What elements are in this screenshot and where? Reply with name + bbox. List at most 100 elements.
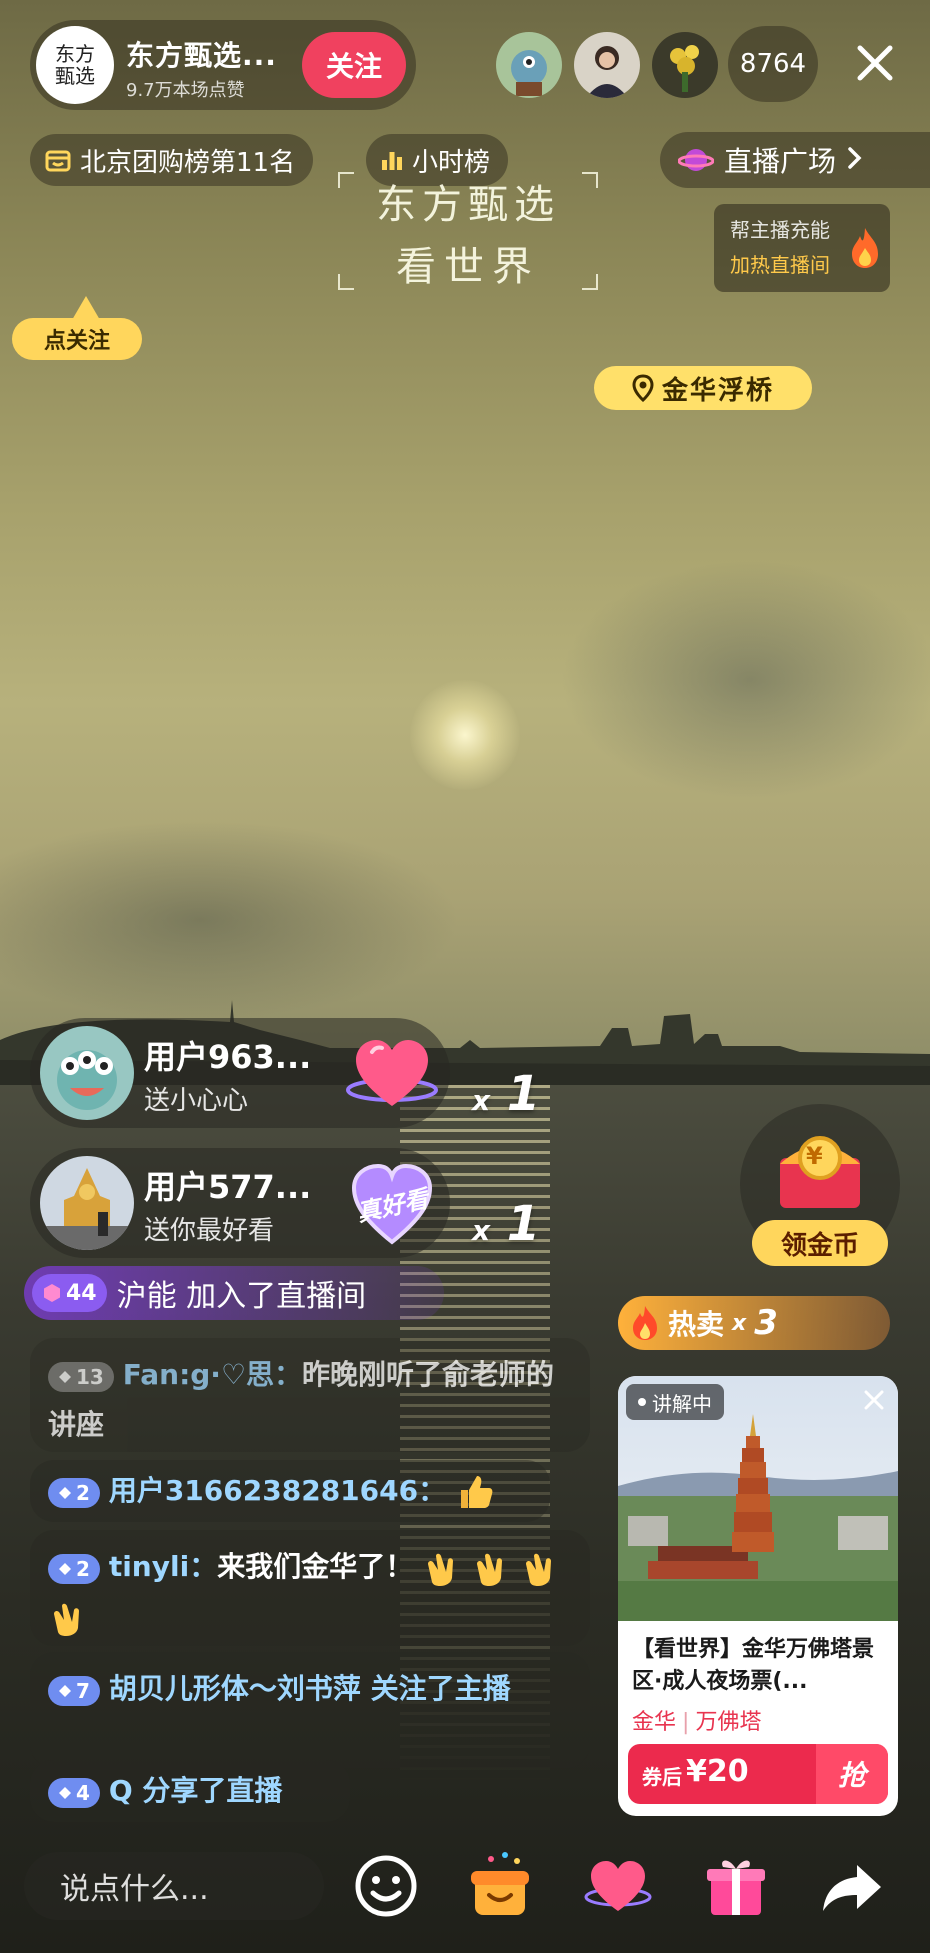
watermark-corner — [338, 172, 354, 188]
flame-icon — [633, 1306, 657, 1340]
collect-coins-label: 领金币 — [752, 1220, 888, 1266]
clapping-emoji — [525, 1553, 551, 1586]
watermark-corner — [582, 274, 598, 290]
chat-username[interactable]: 胡贝儿形体～刘书萍 — [109, 1672, 361, 1705]
watermark-corner — [582, 172, 598, 188]
follow-tip-bubble[interactable]: 点关注 — [12, 296, 142, 360]
heart-icon — [584, 1861, 652, 1911]
sky-cloud — [0, 820, 460, 1020]
clapping-emoji — [54, 1603, 79, 1636]
emoji-button[interactable] — [346, 1846, 426, 1926]
fire-icon — [852, 228, 878, 268]
thumbs-up-emoji — [461, 1476, 493, 1508]
store-icon — [45, 150, 71, 172]
chat-message[interactable]: 2 用户3166238281646： — [30, 1460, 550, 1522]
follow-button[interactable]: 关注 — [302, 32, 406, 98]
gift-message: 送你最好看 — [144, 1216, 275, 1246]
product-tags: 金华 | 万佛塔 — [632, 1710, 762, 1735]
gift-bag-icon — [471, 1852, 529, 1915]
hot-sale-badge[interactable]: 热卖 x 3 — [618, 1296, 890, 1350]
gift-box-icon — [707, 1860, 765, 1915]
anchor-info-pill[interactable]: 东方 甄选 东方甄选... 9.7万本场点赞 关注 — [30, 20, 416, 110]
share-button[interactable] — [812, 1846, 892, 1926]
sun-glow — [410, 680, 520, 790]
user-level-badge: 2 — [48, 1478, 100, 1508]
diamond-icon — [59, 1487, 71, 1499]
gift-sender-name: 用户577... — [144, 1168, 312, 1206]
sky-cloud — [560, 560, 930, 800]
hot-sale-multiplier: x — [732, 1310, 747, 1336]
close-card-icon[interactable] — [860, 1386, 888, 1414]
live-plaza-button[interactable]: 直播广场 — [660, 132, 930, 188]
comment-input[interactable]: 说点什么... — [24, 1852, 324, 1920]
user-level-badge: 44 — [32, 1274, 107, 1312]
explaining-badge: 讲解中 — [626, 1384, 724, 1420]
anchor-logo[interactable]: 东方 甄选 — [36, 26, 114, 104]
live-dot-icon — [638, 1398, 646, 1406]
plaza-label: 直播广场 — [724, 145, 837, 178]
chat-username[interactable]: Fan:g·♡思： — [123, 1358, 302, 1391]
chat-message[interactable]: 7 胡贝儿形体～刘书萍 关注了主播 — [30, 1652, 590, 1768]
gift-message: 送小心心 — [144, 1086, 249, 1116]
product-tag: 金华 — [632, 1710, 677, 1735]
buy-button[interactable]: 券后 ¥20 抢 — [628, 1744, 888, 1804]
product-tag: 万佛塔 — [695, 1710, 762, 1735]
viewer-avatar[interactable] — [574, 32, 640, 98]
user-level-badge: 7 — [48, 1676, 100, 1706]
close-icon[interactable] — [850, 38, 900, 88]
planet-icon — [678, 149, 714, 171]
gift-combo-count: x 1 — [472, 1196, 541, 1252]
heart-gift-icon — [344, 1026, 440, 1122]
chat-text: 分享了直播 — [132, 1774, 283, 1807]
gift-combo-count: x 1 — [472, 1066, 541, 1122]
grab-button[interactable]: 抢 — [816, 1744, 888, 1804]
chat-message[interactable]: 13 Fan:g·♡思：昨晚刚听了俞老师的讲座 — [30, 1338, 590, 1452]
diamond-icon — [59, 1371, 71, 1383]
hot-sale-count: 3 — [754, 1303, 778, 1343]
chat-message[interactable]: 2 tinyli：来我们金华了！ — [30, 1530, 590, 1646]
diamond-icon — [59, 1563, 71, 1575]
watermark-corner — [338, 274, 354, 290]
group-buy-rank-badge[interactable]: 北京团购榜第11名 — [30, 134, 314, 186]
share-arrow-icon — [823, 1865, 881, 1911]
chat-message[interactable]: 4 Q 分享了直播 — [30, 1760, 350, 1822]
viewer-count[interactable]: 8764 — [728, 26, 818, 102]
location-label: 金华浮桥 — [661, 375, 774, 406]
heart-gift-button[interactable] — [578, 1846, 658, 1926]
watermark-line2: 看世界 — [396, 244, 540, 290]
good-looking-gift-icon: 真好看 — [344, 1156, 440, 1252]
gift-button[interactable] — [696, 1846, 776, 1926]
fan-club-button[interactable] — [460, 1846, 540, 1926]
viewer-avatar[interactable] — [652, 32, 718, 98]
user-level-badge: 13 — [48, 1362, 114, 1392]
stream-watermark: 东方甄选 看世界 — [338, 172, 598, 290]
user-level-badge: 4 — [48, 1778, 100, 1808]
price-label: 券后 — [642, 1765, 682, 1789]
rank-label: 北京团购榜第11名 — [80, 147, 296, 178]
gift-sender-name: 用户963... — [144, 1038, 312, 1076]
product-card[interactable]: 讲解中 【看世界】金华万佛塔景区·成人夜场票(... 金华 | 万佛塔 券后 ¥20… — [618, 1376, 898, 1816]
viewer-avatar[interactable] — [496, 32, 562, 98]
user-avatar[interactable] — [40, 1156, 134, 1250]
collect-coins-widget[interactable]: ¥ 领金币 — [740, 1104, 900, 1274]
chevron-right-icon — [846, 144, 864, 177]
recharge-stream-panel[interactable]: 帮主播充能 加热直播间 — [714, 204, 890, 292]
hexagon-icon — [44, 1284, 60, 1302]
location-tag[interactable]: 金华浮桥 — [594, 366, 812, 410]
chat-username[interactable]: 用户3166238281646： — [109, 1474, 446, 1507]
location-pin-icon — [632, 374, 654, 402]
diamond-icon — [59, 1685, 71, 1697]
anchor-name: 东方甄选... — [126, 39, 277, 72]
chat-username[interactable]: tinyli： — [109, 1550, 217, 1583]
chat-text: 来我们金华了！ — [217, 1550, 414, 1583]
bar-chart-icon — [382, 152, 402, 170]
coin-symbol: ¥ — [806, 1142, 823, 1170]
product-price: ¥20 — [686, 1754, 749, 1789]
chat-username[interactable]: Q — [109, 1774, 133, 1807]
user-avatar[interactable] — [40, 1026, 134, 1120]
diamond-icon — [59, 1787, 71, 1799]
watermark-line1: 东方甄选 — [376, 182, 560, 228]
product-title[interactable]: 【看世界】金华万佛塔景区·成人夜场票(... — [632, 1634, 888, 1698]
likes-count: 9.7万本场点赞 — [126, 80, 245, 101]
clapping-emoji — [477, 1553, 503, 1586]
